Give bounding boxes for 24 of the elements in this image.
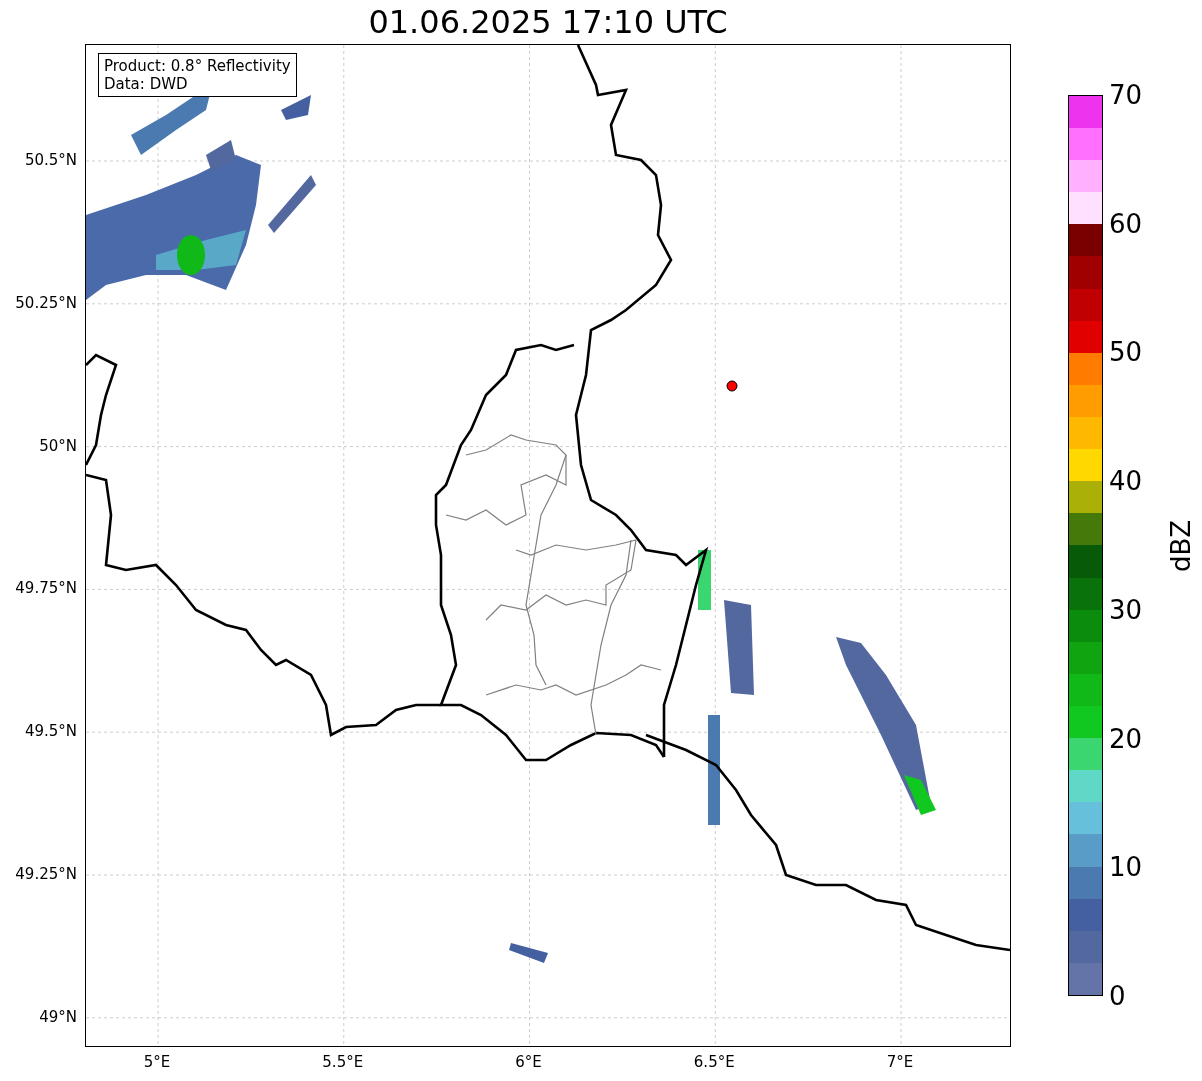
- colorbar-tick-label: 20: [1109, 722, 1143, 755]
- axis-tick-label: 50.5°N: [24, 151, 77, 169]
- axis-tick-label: 50°N: [39, 436, 77, 455]
- colorbar-tick-label: 0: [1109, 980, 1126, 1012]
- axis-tick-label: 49.75°N: [15, 579, 77, 598]
- info-text: Data: DWD: [104, 75, 189, 93]
- colorbar-tick-label: 10: [1109, 851, 1143, 884]
- axis-tick-label: 49.5°N: [24, 722, 77, 741]
- axis-tick-label: 5°E: [142, 1053, 172, 1071]
- axis-tick-label: 6°E: [514, 1053, 543, 1071]
- axis-tick-label: 49.25°N: [15, 865, 77, 883]
- axis-tick-label: 7°E: [885, 1053, 915, 1071]
- colorbar-label: dBZ: [1166, 519, 1197, 572]
- axis-tick-label: 50.25°N: [15, 293, 77, 312]
- colorbar-tick-label: 60: [1109, 207, 1143, 240]
- axis-tick-label: 6.5°E: [692, 1053, 736, 1071]
- colorbar-tick-label: 50: [1109, 336, 1143, 369]
- info-text: Product: 0.8° Reflectivity: [104, 57, 291, 75]
- axis-tick-label: 49°N: [39, 1007, 77, 1026]
- colorbar-tick-label: 70: [1109, 79, 1143, 111]
- colorbar-tick-label: 40: [1109, 465, 1143, 498]
- chart-title: 01.06.2025 17:10 UTC: [367, 2, 729, 43]
- axis-tick-label: 5.5°E: [321, 1053, 365, 1071]
- colorbar-tick-label: 30: [1109, 593, 1143, 626]
